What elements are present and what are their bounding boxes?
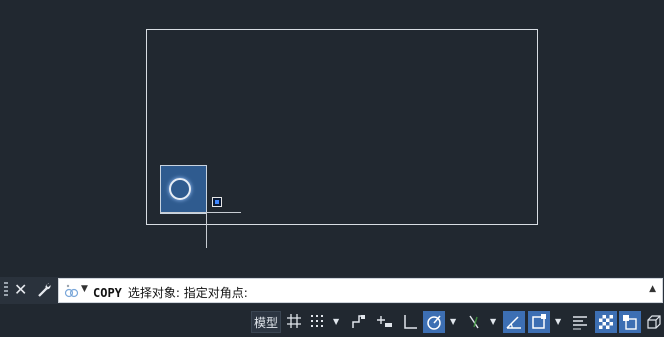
drag-grip-icon[interactable]	[4, 282, 8, 298]
drawing-canvas[interactable]	[0, 0, 664, 276]
infer-constraints-icon[interactable]	[348, 311, 370, 333]
selection-cycling-icon[interactable]	[619, 311, 641, 333]
command-prompt: COPY 选择对象: 指定对角点:	[93, 284, 248, 301]
chevron-down-icon[interactable]: ▼	[81, 284, 88, 294]
chevron-down-icon[interactable]: ▼	[555, 317, 561, 326]
lineweight-icon[interactable]	[569, 311, 591, 333]
transparency-icon[interactable]	[595, 311, 617, 333]
command-line: ✕ ▼ COPY 选择对象: 指定对角点: ▲	[0, 277, 664, 304]
recent-commands-icon[interactable]	[63, 283, 81, 299]
close-icon[interactable]: ✕	[14, 280, 27, 300]
wrench-icon[interactable]	[36, 282, 52, 298]
chevron-down-icon[interactable]: ▼	[333, 317, 339, 326]
polar-tracking-icon[interactable]	[423, 311, 445, 333]
command-prompt-text: 选择对象: 指定对角点:	[127, 286, 248, 300]
command-input[interactable]: ▼ COPY 选择对象: 指定对角点: ▲	[58, 278, 663, 303]
3d-object-snap-icon[interactable]	[643, 311, 664, 333]
circle-object[interactable]	[169, 178, 191, 200]
chevron-down-icon[interactable]: ▼	[450, 317, 456, 326]
snap-marker-icon	[212, 197, 222, 207]
chevron-down-icon[interactable]: ▼	[490, 317, 496, 326]
object-snap-tracking-icon[interactable]	[503, 311, 525, 333]
object-snap-icon[interactable]	[528, 311, 550, 333]
command-keyword: COPY	[93, 286, 122, 300]
status-bar: 模型 ▼ ▼ ▼ ▼	[0, 306, 664, 337]
snap-mode-icon[interactable]	[307, 311, 327, 333]
grid-icon[interactable]	[284, 311, 304, 333]
model-tab[interactable]: 模型	[251, 311, 281, 333]
chevron-up-icon[interactable]: ▲	[649, 284, 656, 294]
isometric-drafting-icon[interactable]	[463, 311, 485, 333]
ortho-mode-icon[interactable]	[399, 311, 421, 333]
dynamic-input-icon[interactable]	[374, 311, 396, 333]
crosshair-horizontal	[160, 212, 241, 213]
crosshair-vertical	[206, 212, 207, 248]
